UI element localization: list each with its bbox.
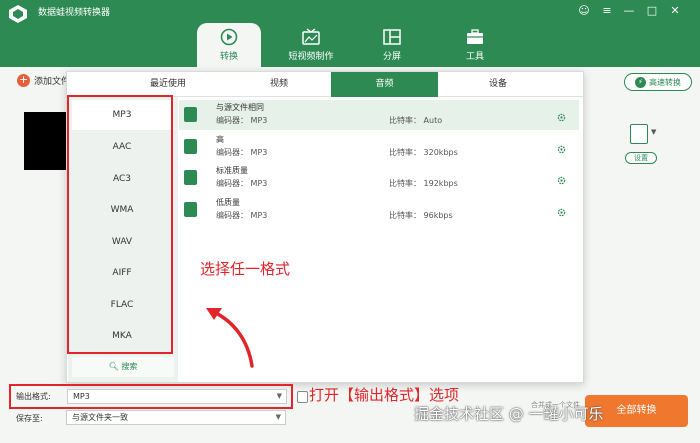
gear-icon[interactable] [557, 176, 566, 185]
tab-recent[interactable]: 最近使用 [112, 72, 224, 97]
preset-bitrate: 比特率： 96kbps [389, 211, 453, 220]
audio-file-icon [184, 107, 197, 122]
gear-icon[interactable] [557, 113, 566, 122]
preset-row[interactable]: 高 编码器： MP3 比特率： 320kbps [179, 132, 579, 162]
tab-device[interactable]: 设备 [438, 72, 558, 97]
save-to-label: 保存至: [16, 414, 43, 423]
minimize-button[interactable]: — [620, 3, 638, 19]
gear-icon[interactable] [557, 208, 566, 217]
fast-convert-label: 高速转换 [649, 77, 681, 87]
feedback-icon[interactable]: ☺ [575, 3, 593, 19]
close-button[interactable]: ✕ [666, 3, 684, 19]
maximize-button[interactable]: □ [643, 3, 661, 19]
settings-button[interactable]: 设置 [625, 152, 657, 164]
nav-tab-short-video[interactable]: 短视频制作 [279, 23, 343, 67]
chevron-down-icon: ▼ [275, 413, 281, 421]
tab-video[interactable]: 视频 [224, 72, 334, 97]
plus-icon: + [17, 73, 30, 87]
preset-bitrate: 比特率： Auto [389, 116, 443, 125]
preset-bitrate: 比特率： 192kbps [389, 179, 458, 188]
preset-encoder: 编码器： MP3 [216, 211, 268, 220]
preset-name: 高 [216, 135, 224, 144]
tv-icon [302, 28, 320, 45]
output-settings-icon[interactable] [297, 391, 308, 403]
nav-tab-tools[interactable]: 工具 [443, 23, 507, 67]
preset-encoder: 编码器： MP3 [216, 179, 268, 188]
audio-file-icon [184, 170, 197, 185]
nav-tab-convert[interactable]: 转换 [197, 23, 261, 67]
tab-audio[interactable]: 音频 [331, 72, 438, 97]
preset-name: 与源文件相同 [216, 103, 264, 112]
format-tabs: 最近使用 视频 音频 设备 [67, 72, 583, 97]
annotation-choose-format: 选择任一格式 [200, 260, 291, 278]
chevron-down-icon[interactable]: ▼ [651, 128, 656, 136]
split-screen-icon [383, 29, 401, 45]
format-search-label: 搜索 [121, 362, 138, 371]
preset-encoder: 编码器： MP3 [216, 148, 268, 157]
save-to-value: 与源文件夹一致 [72, 413, 128, 422]
audio-file-icon [184, 139, 197, 154]
toolbox-icon [467, 29, 483, 44]
annotation-open-output: 打开【输出格式】选项 [309, 386, 460, 404]
search-icon: 🔍︎ [108, 362, 119, 371]
preset-row[interactable]: 低质量 编码器： MP3 比特率： 96kbps [179, 195, 579, 225]
highlight-format-list [67, 95, 173, 354]
lightning-icon: ⚡ [635, 76, 646, 88]
preset-name: 低质量 [216, 198, 240, 207]
preset-row[interactable]: 标准质量 编码器： MP3 比特率： 192kbps [179, 163, 579, 193]
video-thumbnail[interactable] [24, 112, 70, 170]
add-file-label: 添加文件 [34, 77, 71, 87]
highlight-output-format [9, 384, 293, 409]
output-format-icon[interactable] [630, 124, 648, 144]
preset-name: 标准质量 [216, 166, 248, 175]
menu-icon[interactable]: ≡ [598, 3, 616, 19]
add-file-button[interactable]: + 添加文件 [17, 74, 70, 87]
preset-encoder: 编码器： MP3 [216, 116, 268, 125]
app-logo-icon [9, 5, 27, 23]
format-search-button[interactable]: 🔍︎ 搜索 [72, 357, 174, 377]
annotation-arrow-icon [206, 308, 254, 368]
app-title: 数据蛙视频转换器 [38, 8, 111, 18]
title-bar: 数据蛙视频转换器 ☺ ≡ — □ ✕ 转换 短视频制作 分屏 工具 [0, 0, 700, 67]
gear-icon[interactable] [557, 145, 566, 154]
save-to-select[interactable]: 与源文件夹一致 ▼ [66, 410, 286, 425]
audio-file-icon [184, 202, 197, 217]
preset-bitrate: 比特率： 320kbps [389, 148, 458, 157]
convert-icon [220, 28, 238, 46]
nav-tab-split-screen[interactable]: 分屏 [360, 23, 424, 67]
watermark: 掘金技术社区 @ 一罐小可乐 [414, 405, 604, 423]
fast-convert-button[interactable]: ⚡ 高速转换 [624, 73, 692, 91]
preset-row[interactable]: 与源文件相同 编码器： MP3 比特率： Auto [179, 100, 579, 130]
